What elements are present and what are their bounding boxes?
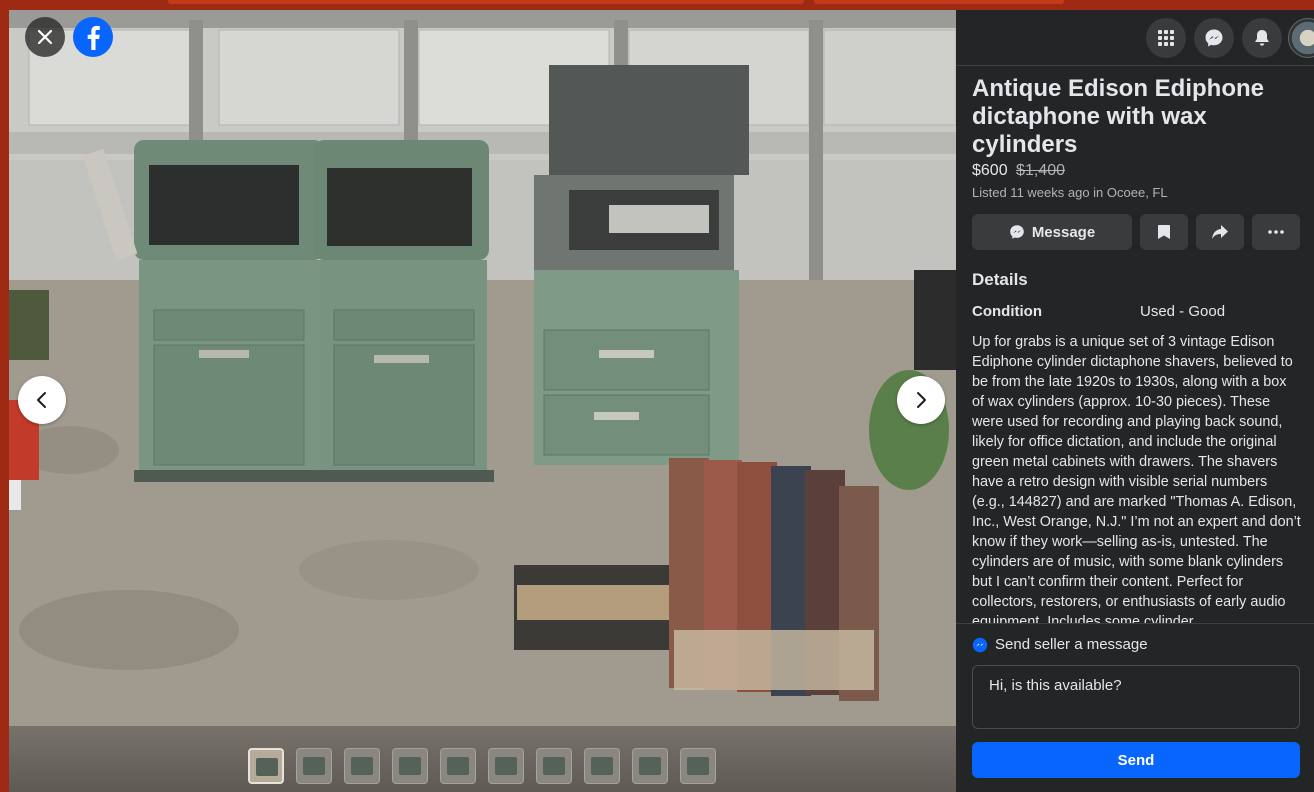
next-photo-button[interactable] (897, 376, 945, 424)
photo-thumbnail[interactable] (440, 748, 476, 784)
share-icon (1212, 225, 1228, 239)
listing-photo-illustration (9, 10, 956, 726)
listing-photo (9, 10, 956, 726)
save-button[interactable] (1140, 214, 1188, 250)
message-input[interactable]: Hi, is this available? (972, 665, 1300, 729)
menu-grid-icon (1158, 30, 1174, 46)
more-icon (1268, 230, 1284, 234)
messenger-icon (1010, 225, 1024, 239)
listing-details-scroll[interactable]: Antique Edison Ediphone dictaphone with … (956, 67, 1314, 623)
send-message-heading-label: Send seller a message (995, 636, 1148, 653)
close-icon (37, 29, 53, 45)
original-price: $1,400 (1016, 162, 1065, 179)
messenger-icon (972, 637, 988, 652)
listing-title: Antique Edison Ediphone dictaphone with … (972, 75, 1264, 158)
bookmark-icon (1158, 225, 1170, 239)
photo-thumbnail[interactable] (632, 748, 668, 784)
photo-thumbnail[interactable] (584, 748, 620, 784)
photo-thumbnail[interactable] (536, 748, 572, 784)
tab-strip-segment (168, 0, 804, 4)
photo-thumbnail[interactable] (488, 748, 524, 784)
messenger-button[interactable] (1194, 18, 1234, 58)
send-button[interactable]: Send (972, 742, 1300, 778)
more-options-button[interactable] (1252, 214, 1300, 250)
profile-avatar[interactable] (1288, 18, 1314, 58)
thumbnail-strip (9, 726, 956, 792)
close-button[interactable] (25, 17, 65, 57)
previous-photo-button[interactable] (18, 376, 66, 424)
section-divider (956, 623, 1314, 624)
photo-thumbnail[interactable] (296, 748, 332, 784)
menu-button[interactable] (1146, 18, 1186, 58)
listing-panel: Antique Edison Ediphone dictaphone with … (956, 10, 1314, 792)
share-button[interactable] (1196, 214, 1244, 250)
message-button-label: Message (1031, 223, 1096, 241)
panel-top-bar (956, 10, 1314, 66)
listing-description: Up for grabs is a unique set of 3 vintag… (972, 334, 1301, 623)
photo-thumbnail[interactable] (392, 748, 428, 784)
window-top-strip (0, 0, 1314, 10)
chevron-left-icon (37, 392, 46, 408)
photo-thumbnail[interactable] (248, 748, 284, 784)
listing-actions: Message (972, 214, 1302, 250)
price-row: $600 $1,400 (972, 162, 1065, 180)
messenger-icon (1205, 29, 1223, 47)
tab-strip-segment (814, 0, 1064, 4)
photo-thumbnail[interactable] (344, 748, 380, 784)
condition-value: Used - Good (1140, 303, 1226, 320)
facebook-logo-button[interactable] (73, 17, 113, 57)
details-heading: Details (972, 270, 1028, 289)
chevron-right-icon (917, 392, 926, 408)
listing-location: Listed 11 weeks ago in Ocoee, FL (972, 185, 1168, 200)
message-button[interactable]: Message (972, 214, 1132, 250)
notifications-bell-icon (1255, 30, 1269, 46)
listing-price: $600 (972, 162, 1008, 179)
notifications-button[interactable] (1242, 18, 1282, 58)
photo-thumbnail[interactable] (680, 748, 716, 784)
photo-viewer (9, 10, 956, 792)
condition-label: Condition (972, 303, 1042, 320)
send-message-heading: Send seller a message (972, 636, 1148, 653)
facebook-logo-icon (87, 25, 100, 50)
